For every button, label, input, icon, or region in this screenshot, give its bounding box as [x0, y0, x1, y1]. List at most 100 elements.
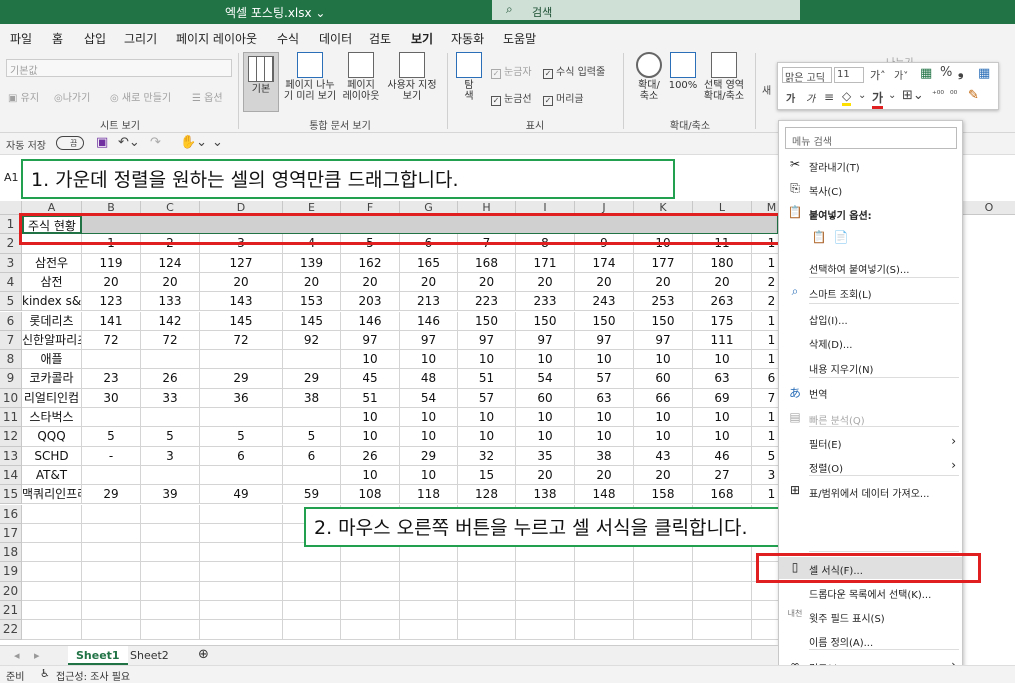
menu-search-input[interactable]: 메뉴 검색: [785, 127, 957, 149]
cell-e19[interactable]: [283, 562, 341, 582]
undo-icon[interactable]: ↶⌄: [118, 135, 140, 150]
row-header-10[interactable]: 10: [0, 388, 22, 408]
cell-i13[interactable]: 35: [516, 446, 575, 466]
cell-a7[interactable]: 신한알파리츠: [22, 330, 82, 351]
cell-b21[interactable]: [82, 601, 141, 621]
cell-j14[interactable]: 20: [575, 465, 634, 486]
cell-h21[interactable]: [458, 601, 516, 621]
tab-home[interactable]: 홈: [52, 30, 63, 47]
cell-g20[interactable]: [400, 581, 458, 601]
cell-i20[interactable]: [516, 581, 575, 601]
cell-h20[interactable]: [458, 581, 516, 601]
cell-f11[interactable]: 10: [341, 408, 400, 428]
align-icon[interactable]: ≡: [824, 90, 834, 104]
cell-g5[interactable]: 213: [400, 292, 458, 312]
page-layout-view-button[interactable]: 페이지 레이아웃: [340, 52, 382, 102]
cell-c6[interactable]: 142: [141, 311, 200, 331]
cell-a6[interactable]: 롯데리츠: [22, 311, 82, 331]
increase-font-icon[interactable]: 가˄: [870, 67, 886, 83]
cell-b14[interactable]: [82, 465, 141, 486]
cell-e21[interactable]: [283, 601, 341, 621]
cell-c11[interactable]: [141, 408, 200, 428]
cell-h12[interactable]: 10: [458, 427, 516, 447]
cell-l9[interactable]: 63: [693, 369, 752, 389]
cell-f3[interactable]: 162: [341, 253, 400, 273]
cell-j6[interactable]: 150: [575, 311, 634, 331]
row-header-14[interactable]: 14: [0, 465, 22, 486]
cell-l10[interactable]: 69: [693, 388, 752, 408]
cell-l19[interactable]: [693, 562, 752, 582]
tab-formulas[interactable]: 수식: [277, 30, 299, 47]
cell-l6[interactable]: 175: [693, 311, 752, 331]
cell-f13[interactable]: 26: [341, 446, 400, 466]
cell-h3[interactable]: 168: [458, 253, 516, 273]
cell-k6[interactable]: 150: [634, 311, 693, 331]
cell-i4[interactable]: 20: [516, 272, 575, 293]
cell-c17[interactable]: [141, 523, 200, 544]
cell-f4[interactable]: 20: [341, 272, 400, 293]
cell-l13[interactable]: 46: [693, 446, 752, 466]
cell-d14[interactable]: [200, 465, 283, 486]
cell-l14[interactable]: 27: [693, 465, 752, 486]
cell-f21[interactable]: [341, 601, 400, 621]
cell-h8[interactable]: 10: [458, 350, 516, 370]
increase-decimal-icon[interactable]: ⁺⁰⁰: [932, 90, 944, 100]
cell-f12[interactable]: 10: [341, 427, 400, 447]
cell-h22[interactable]: [458, 620, 516, 640]
cell-d4[interactable]: 20: [200, 272, 283, 293]
cell-h15[interactable]: 128: [458, 485, 516, 505]
cell-a11[interactable]: 스타벅스: [22, 408, 82, 428]
menu-item-define-name[interactable]: 이름 정의(A)...: [779, 629, 962, 651]
navigation-button[interactable]: 탐 색: [454, 52, 484, 102]
cell-d18[interactable]: [200, 543, 283, 563]
cell-i7[interactable]: 97: [516, 330, 575, 351]
cell-k4[interactable]: 20: [634, 272, 693, 293]
cell-g11[interactable]: 10: [400, 408, 458, 428]
cell-h6[interactable]: 150: [458, 311, 516, 331]
row-header-17[interactable]: 17: [0, 523, 22, 544]
search-box[interactable]: ⌕ 검색: [492, 0, 800, 20]
cell-g13[interactable]: 29: [400, 446, 458, 466]
cell-b10[interactable]: 30: [82, 388, 141, 408]
menu-item-sort[interactable]: 정렬(O) ›: [779, 455, 962, 477]
italic-icon[interactable]: 가: [806, 90, 815, 105]
cell-i5[interactable]: 233: [516, 292, 575, 312]
menu-item-paste-special[interactable]: 선택하여 붙여넣기(S)...: [779, 256, 962, 278]
cell-k15[interactable]: 158: [634, 485, 693, 505]
format-table-icon[interactable]: ▦: [978, 66, 990, 81]
cell-b5[interactable]: 123: [82, 292, 141, 312]
cell-a15[interactable]: 맥쿼리인프라: [22, 485, 82, 505]
row-header-9[interactable]: 9: [0, 369, 22, 389]
row-header-21[interactable]: 21: [0, 601, 22, 621]
cell-c21[interactable]: [141, 601, 200, 621]
cell-a14[interactable]: AT&T: [22, 465, 82, 486]
cell-k10[interactable]: 66: [634, 388, 693, 408]
font-color-icon[interactable]: 가: [872, 89, 884, 109]
tab-help[interactable]: 도움말: [503, 30, 536, 47]
formula-bar-checkbox[interactable]: ✓ 수식 입력줄: [543, 63, 605, 79]
comma-icon[interactable]: ❟: [958, 64, 964, 80]
cell-b12[interactable]: 5: [82, 427, 141, 447]
cell-i10[interactable]: 60: [516, 388, 575, 408]
cell-c10[interactable]: 33: [141, 388, 200, 408]
cell-j7[interactable]: 97: [575, 330, 634, 351]
cell-g8[interactable]: 10: [400, 350, 458, 370]
cell-e22[interactable]: [283, 620, 341, 640]
cell-a10[interactable]: 리얼티인컴: [22, 388, 82, 408]
dropdown-arrow-icon[interactable]: ⌄: [888, 90, 896, 101]
page-break-preview-button[interactable]: 페이지 나누 기 미리 보기: [282, 52, 338, 102]
cell-g6[interactable]: 146: [400, 311, 458, 331]
cell-e10[interactable]: 38: [283, 388, 341, 408]
row-header-5[interactable]: 5: [0, 292, 22, 312]
font-name-dropdown[interactable]: 맑은 고딕: [782, 67, 832, 83]
cell-k12[interactable]: 10: [634, 427, 693, 447]
scroll-left-icon[interactable]: ◂: [6, 646, 28, 665]
cell-a20[interactable]: [22, 581, 82, 601]
cell-c7[interactable]: 72: [141, 330, 200, 351]
cell-l4[interactable]: 20: [693, 272, 752, 293]
row-header-11[interactable]: 11: [0, 408, 22, 428]
name-box[interactable]: A1: [4, 171, 19, 184]
borders-icon[interactable]: ⊞⌄: [902, 88, 924, 103]
cell-e9[interactable]: 29: [283, 369, 341, 389]
cell-b3[interactable]: 119: [82, 253, 141, 273]
